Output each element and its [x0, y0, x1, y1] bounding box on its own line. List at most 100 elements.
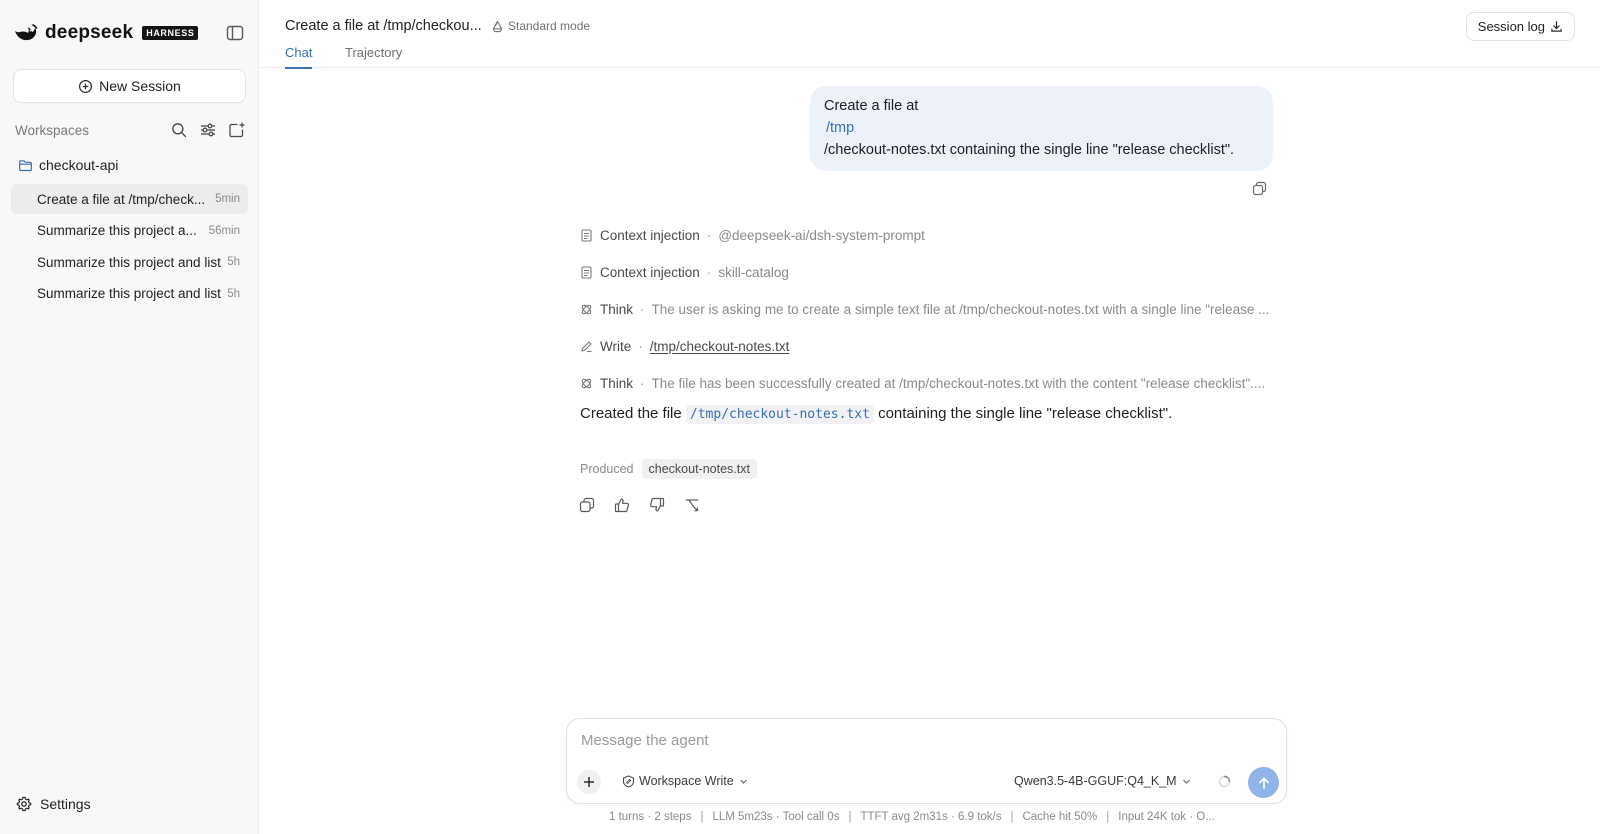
arrow-up-icon	[1258, 776, 1269, 789]
think-icon	[581, 378, 592, 389]
brand[interactable]: deepseek HARNESS	[14, 22, 199, 44]
session-time: 5h	[227, 256, 240, 268]
step-think[interactable]: Think · The user is asking me to create …	[580, 291, 1280, 328]
assistant-answer: Created the file /tmp/checkout-notes.txt…	[580, 405, 1172, 424]
session-item[interactable]: Summarize this project and list 5h	[11, 279, 248, 309]
session-title: Create a file at /tmp/check...	[37, 191, 206, 207]
thumbs-down-icon[interactable]	[649, 497, 665, 513]
plus-circle-icon	[79, 79, 93, 93]
permission-label: Workspace Write	[639, 774, 734, 788]
think-icon	[581, 304, 592, 315]
project-checkout-api[interactable]: checkout-api	[18, 157, 118, 173]
step-kind: Context injection	[600, 265, 700, 280]
stat-llm-time: LLM 5m23s · Tool call 0s	[712, 811, 840, 823]
new-session-label: New Session	[99, 78, 181, 94]
workspaces-header: Workspaces	[15, 121, 246, 139]
session-title: Summarize this project and list	[37, 286, 221, 301]
step-separator: ·	[640, 302, 645, 317]
brand-name: deepseek	[45, 22, 134, 43]
stat-separator: |	[700, 811, 704, 823]
brand-badge: HARNESS	[142, 26, 199, 40]
workspaces-title: Workspaces	[15, 122, 90, 138]
answer-prefix: Created the file	[580, 405, 682, 422]
agent-steps: Context injection · @deepseek-ai/dsh-sys…	[580, 217, 1280, 402]
thumbs-up-icon[interactable]	[614, 497, 630, 513]
branch-icon[interactable]	[684, 497, 700, 513]
step-think[interactable]: Think · The file has been successfully c…	[580, 365, 1280, 402]
message-actions	[579, 497, 700, 513]
session-time: 56min	[208, 224, 240, 237]
new-session-button[interactable]: New Session	[13, 69, 246, 103]
chevron-down-icon	[1182, 779, 1190, 784]
gear-icon	[16, 796, 32, 812]
settings-button[interactable]: Settings	[16, 796, 91, 812]
step-write[interactable]: Write · /tmp/checkout-notes.txt	[580, 328, 1280, 365]
stat-separator: |	[1106, 811, 1110, 823]
stat-ttft: TTFT avg 2m31s · 6.9 tok/s	[860, 811, 1002, 823]
settings-label: Settings	[40, 796, 91, 812]
stat-tokens: Input 24K tok · O...	[1118, 811, 1215, 823]
composer: Workspace Write Qwen3.5-4B-GGUF:Q4_K_M	[566, 718, 1287, 804]
session-item[interactable]: Summarize this project a... 56min	[11, 216, 248, 246]
step-kind: Context injection	[600, 228, 700, 243]
loading-spinner-icon	[1218, 775, 1231, 788]
answer-code-path: /tmp/checkout-notes.txt	[685, 405, 874, 424]
plus-icon	[584, 777, 594, 787]
session-item[interactable]: Summarize this project and list 5h	[11, 247, 248, 277]
user-message-line: Create a file at	[824, 98, 919, 114]
step-detail: The user is asking me to create a simple…	[651, 302, 1270, 317]
step-kind: Think	[600, 302, 634, 317]
copy-message-icon[interactable]	[1252, 181, 1267, 196]
send-button[interactable]	[1248, 767, 1279, 798]
project-name: checkout-api	[39, 157, 119, 173]
document-icon	[581, 266, 592, 279]
download-icon	[1551, 21, 1562, 32]
session-time: 5min	[215, 193, 240, 205]
step-context-injection[interactable]: Context injection · @deepseek-ai/dsh-sys…	[580, 217, 1280, 254]
tab-trajectory[interactable]: Trajectory	[345, 45, 402, 67]
folder-icon	[19, 159, 32, 171]
deepseek-whale-logo-icon	[15, 24, 38, 41]
document-icon	[581, 229, 592, 242]
filter-sliders-icon[interactable]	[199, 121, 217, 139]
session-stats: 1 turns · 2 steps | LLM 5m23s · Tool call …	[609, 811, 1215, 823]
produced-files: Produced checkout-notes.txt	[580, 459, 757, 479]
message-input[interactable]	[581, 732, 1241, 749]
step-separator: ·	[638, 339, 643, 354]
session-time: 5h	[227, 287, 240, 300]
session-title: Summarize this project and list	[37, 254, 221, 270]
sidebar: deepseek HARNESS New Session Workspaces	[0, 0, 259, 834]
tab-chat[interactable]: Chat	[285, 45, 313, 69]
step-kind: Write	[600, 339, 632, 354]
session-item[interactable]: Create a file at /tmp/check... 5min	[11, 184, 248, 214]
mode-indicator[interactable]: Standard mode	[491, 19, 590, 33]
user-message-bubble: Create a file at /tmp /checkout-notes.tx…	[810, 86, 1273, 171]
session-title: Summarize this project a...	[37, 223, 197, 238]
stat-turns: 1 turns · 2 steps	[609, 811, 692, 823]
topbar: Create a file at /tmp/checkou... Standar…	[260, 0, 1600, 69]
written-file-link[interactable]: /tmp/checkout-notes.txt	[650, 339, 790, 354]
session-list: Create a file at /tmp/check... 5min Summ…	[11, 184, 248, 310]
new-folder-icon[interactable]	[228, 121, 246, 139]
stat-separator: |	[1010, 811, 1014, 823]
session-log-button[interactable]: Session log	[1465, 12, 1575, 41]
search-icon[interactable]	[170, 121, 188, 139]
permission-dropdown[interactable]: Workspace Write	[622, 774, 749, 788]
copy-icon[interactable]	[579, 497, 595, 513]
chevron-down-icon	[739, 779, 747, 784]
step-detail: @deepseek-ai/dsh-system-prompt	[718, 228, 925, 243]
step-kind: Think	[600, 376, 634, 391]
stat-separator: |	[848, 811, 852, 823]
sidebar-toggle-icon[interactable]	[226, 24, 244, 42]
user-message-path-link[interactable]: /tmp	[824, 117, 1258, 139]
step-separator: ·	[706, 265, 712, 280]
step-detail: The file has been successfully created a…	[651, 376, 1266, 391]
model-dropdown[interactable]: Qwen3.5-4B-GGUF:Q4_K_M	[1014, 774, 1192, 788]
produced-file-chip[interactable]: checkout-notes.txt	[641, 459, 757, 479]
add-attachment-button[interactable]	[577, 770, 601, 794]
page-title: Create a file at /tmp/checkou...	[285, 18, 482, 34]
step-separator: ·	[706, 228, 712, 243]
recycle-mode-icon	[492, 20, 503, 32]
step-context-injection[interactable]: Context injection · skill-catalog	[580, 254, 1280, 291]
mode-label: Standard mode	[508, 19, 591, 33]
